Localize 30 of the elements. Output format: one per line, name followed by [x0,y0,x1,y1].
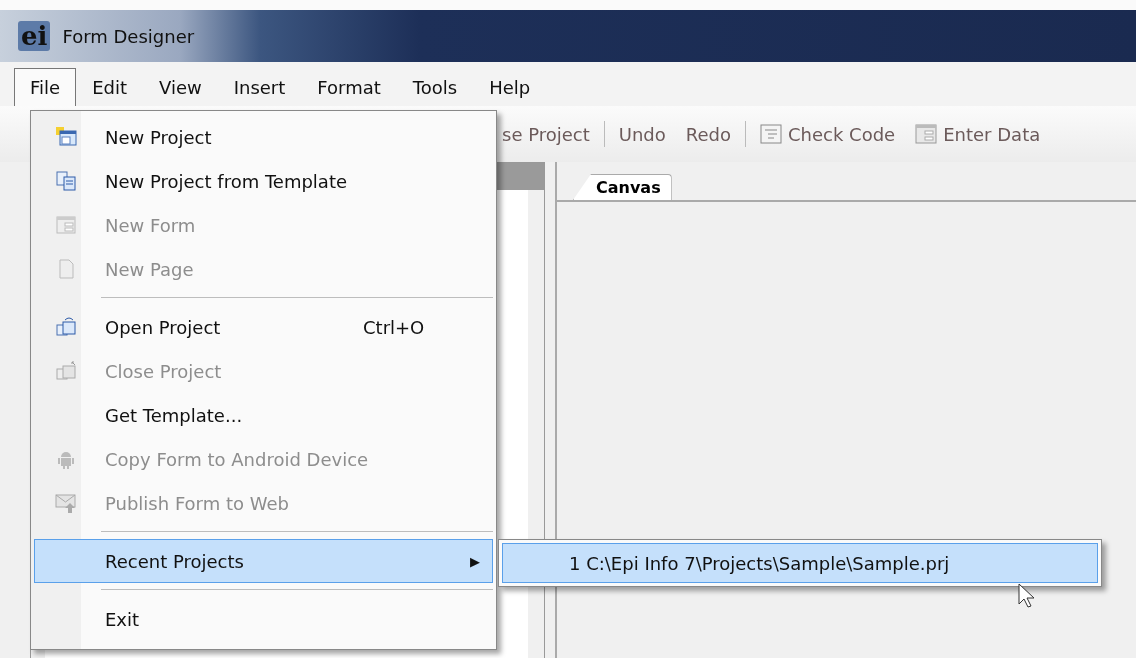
close-project-icon [55,360,77,382]
menu-bar-item[interactable]: File [14,68,77,106]
canvas-tab[interactable]: Canvas [573,174,672,200]
menu-bar-item[interactable]: Tools [396,68,474,106]
new-project-icon [55,126,77,148]
app-logo: ei [18,21,51,51]
menu-item[interactable]: Open Project Ctrl+O [34,305,493,349]
toolbar-button[interactable]: Check Code [754,123,902,145]
form-icon [55,214,77,236]
toolbar-button[interactable]: Undo [612,123,672,145]
menu-item[interactable]: Recent Projects ▶ [34,539,493,583]
code-document-icon [760,124,782,144]
menu-bar-item[interactable]: Help [473,68,547,106]
open-project-icon [55,316,77,338]
menu-item[interactable]: Get Template... [34,393,493,437]
toolbar-button[interactable]: Enter Data [909,123,1047,145]
copy-documents-icon [55,170,77,192]
menu-item[interactable]: Exit [34,597,493,641]
envelope-upload-icon [55,492,77,514]
menu-bar-item[interactable]: View [143,68,218,106]
recent-project-item[interactable]: 1 C:\Epi Info 7\Projects\Sample\Sample.prj [502,543,1098,583]
menu-item[interactable]: New Project [34,115,493,159]
menu-bar-item[interactable]: Edit [76,68,143,106]
toolbar-button[interactable]: se Project [496,123,596,145]
menu-bar-item[interactable]: Insert [217,68,302,106]
menu-bar-item[interactable]: Format [301,68,397,106]
toolbar-button[interactable]: Redo [679,123,737,145]
menu-item[interactable]: New Project from Template [34,159,493,203]
window-title: Form Designer [62,25,195,47]
data-form-icon [915,124,938,144]
